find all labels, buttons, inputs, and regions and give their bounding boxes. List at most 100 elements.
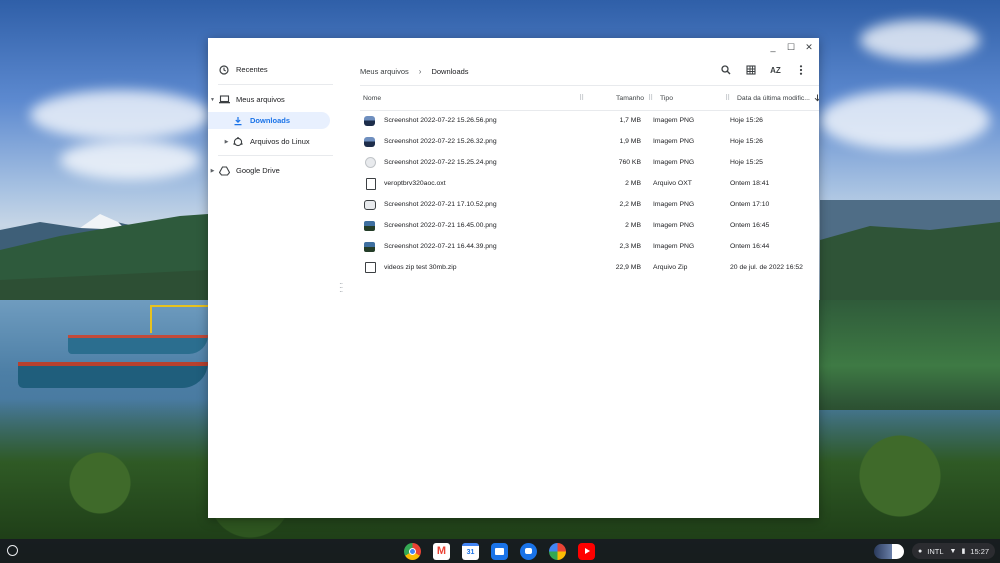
- file-row[interactable]: Screenshot 2022-07-22 15.26.56.png 1,7 M…: [360, 110, 819, 131]
- file-date: Hoje 15:26: [730, 138, 763, 145]
- sidebar: Recentes ▼ Meus arquivos Downloads ▶ Arq…: [208, 56, 333, 518]
- sidebar-item-label: Google Drive: [236, 166, 280, 175]
- file-type: Arquivo Zip: [653, 264, 688, 271]
- shore: [810, 300, 1000, 410]
- image-thumbnail-icon: [365, 157, 376, 168]
- file-date: Ontem 18:41: [730, 180, 770, 187]
- chevron-down-icon[interactable]: ▼: [208, 97, 217, 103]
- search-button[interactable]: [713, 62, 738, 78]
- file-size: 22,9 MB: [615, 264, 641, 271]
- column-header-date[interactable]: Data da última modific...: [737, 86, 810, 110]
- sidebar-item-meus-arquivos[interactable]: ▼ Meus arquivos: [208, 91, 330, 108]
- sort-button[interactable]: AZ: [763, 62, 788, 78]
- file-row[interactable]: Screenshot 2022-07-22 15.25.24.png 760 K…: [360, 152, 819, 173]
- file-name: Screenshot 2022-07-21 16.45.00.png: [384, 222, 497, 229]
- sidebar-item-downloads[interactable]: Downloads: [208, 112, 330, 129]
- boat: [150, 305, 212, 333]
- linux-icon: [231, 136, 245, 148]
- wifi-icon: ▼: [949, 547, 957, 555]
- screen-capture-thumbnail[interactable]: [874, 544, 904, 559]
- files-icon[interactable]: [491, 543, 508, 560]
- sidebar-item-label: Meus arquivos: [236, 95, 285, 104]
- file-type: Imagem PNG: [653, 222, 695, 229]
- sidebar-divider: [218, 84, 333, 85]
- file-row[interactable]: videos zip test 30mb.zip 22,9 MB Arquivo…: [360, 257, 819, 278]
- file-row[interactable]: Screenshot 2022-07-21 16.44.39.png 2,3 M…: [360, 236, 819, 257]
- file-row[interactable]: veroptbrv320aoc.oxt 2 MB Arquivo OXT Ont…: [360, 173, 819, 194]
- photos-icon[interactable]: [549, 543, 566, 560]
- sidebar-divider: [218, 155, 333, 156]
- sidebar-item-arquivos-do-linux[interactable]: ▶ Arquivos do Linux: [208, 133, 330, 150]
- gmail-icon[interactable]: [433, 543, 450, 560]
- breadcrumb-item[interactable]: Meus arquivos: [360, 67, 409, 76]
- launcher-button[interactable]: [7, 545, 18, 556]
- image-thumbnail-icon: [364, 115, 375, 126]
- file-type: Arquivo OXT: [653, 180, 692, 187]
- grid-view-button[interactable]: [738, 62, 763, 78]
- sidebar-item-recentes[interactable]: Recentes: [208, 61, 330, 78]
- sidebar-item-label: Recentes: [236, 65, 268, 74]
- chevron-right-icon[interactable]: ▶: [222, 139, 231, 145]
- image-thumbnail-icon: [364, 199, 376, 210]
- file-size: 2,3 MB: [619, 243, 641, 250]
- file-date: Hoje 15:26: [730, 117, 763, 124]
- search-icon: [720, 65, 730, 75]
- sidebar-resize-handle[interactable]: ·· ·· ··: [339, 280, 343, 296]
- column-header-size[interactable]: Tamanho: [608, 86, 644, 110]
- sidebar-item-label: Arquivos do Linux: [250, 137, 310, 146]
- sidebar-item-google-drive[interactable]: ▶ Google Drive: [208, 162, 330, 179]
- column-header-type[interactable]: Tipo: [660, 86, 673, 110]
- file-list-header: Nome ⠿ Tamanho ⠿ Tipo ⠿ Data da última m…: [360, 85, 819, 111]
- column-header-name[interactable]: Nome: [363, 86, 381, 110]
- chrome-icon[interactable]: [404, 543, 421, 560]
- sidebar-item-label: Downloads: [250, 116, 291, 125]
- file-size: 1,7 MB: [619, 117, 641, 124]
- file-date: Hoje 15:25: [730, 159, 763, 166]
- file-size: 2,2 MB: [619, 201, 641, 208]
- file-row[interactable]: Screenshot 2022-07-21 17.10.52.png 2,2 M…: [360, 194, 819, 215]
- files-app-window: _ ☐ ✕ Recentes ▼ Meus arquivos Downloads: [208, 38, 819, 518]
- more-options-button[interactable]: [788, 62, 813, 78]
- image-thumbnail-icon: [364, 241, 375, 252]
- grid-view-icon: [745, 65, 756, 75]
- shelf: ● INTL ▼ ▮ 15:27: [0, 539, 1000, 563]
- breadcrumb-current[interactable]: Downloads: [431, 67, 468, 76]
- file-name: Screenshot 2022-07-21 17.10.52.png: [384, 201, 497, 208]
- file-row[interactable]: Screenshot 2022-07-22 15.26.32.png 1,9 M…: [360, 131, 819, 152]
- minimize-button[interactable]: _: [765, 38, 781, 56]
- boat: [68, 335, 208, 354]
- column-resize-icon[interactable]: ⠿: [579, 86, 584, 110]
- clock-icon: [217, 64, 231, 76]
- calendar-icon[interactable]: [462, 543, 479, 560]
- file-type: Imagem PNG: [653, 201, 695, 208]
- file-type: Imagem PNG: [653, 243, 695, 250]
- chevron-right-icon[interactable]: ▶: [208, 168, 217, 174]
- ime-indicator: INTL: [927, 546, 944, 556]
- shelf-apps: [404, 543, 607, 560]
- close-button[interactable]: ✕: [801, 38, 817, 56]
- breadcrumb: Meus arquivos › Downloads: [360, 64, 469, 78]
- file-name: veroptbrv320aoc.oxt: [384, 180, 446, 187]
- file-name: Screenshot 2022-07-22 15.25.24.png: [384, 159, 497, 166]
- column-resize-icon[interactable]: ⠿: [725, 86, 730, 110]
- clock-time: 15:27: [970, 546, 990, 556]
- youtube-icon[interactable]: [578, 543, 595, 560]
- sort-arrow-down-icon[interactable]: [814, 86, 819, 110]
- download-icon: [231, 115, 245, 127]
- file-date: Ontem 17:10: [730, 201, 770, 208]
- messages-icon[interactable]: [520, 543, 537, 560]
- column-resize-icon[interactable]: ⠿: [648, 86, 653, 110]
- main-content: Meus arquivos › Downloads AZ Nome ⠿ Tama…: [353, 56, 819, 518]
- document-icon: [366, 177, 376, 190]
- status-area[interactable]: ● INTL ▼ ▮ 15:27: [912, 543, 996, 559]
- file-type: Imagem PNG: [653, 159, 695, 166]
- maximize-button[interactable]: ☐: [783, 38, 799, 56]
- file-name: Screenshot 2022-07-21 16.44.39.png: [384, 243, 497, 250]
- file-row[interactable]: Screenshot 2022-07-21 16.45.00.png 2 MB …: [360, 215, 819, 236]
- file-date: Ontem 16:45: [730, 222, 770, 229]
- boat: [18, 362, 208, 388]
- window-controls: _ ☐ ✕: [759, 38, 819, 56]
- chevron-right-icon: ›: [418, 66, 422, 76]
- more-vert-icon: [799, 65, 802, 75]
- file-name: Screenshot 2022-07-22 15.26.56.png: [384, 117, 497, 124]
